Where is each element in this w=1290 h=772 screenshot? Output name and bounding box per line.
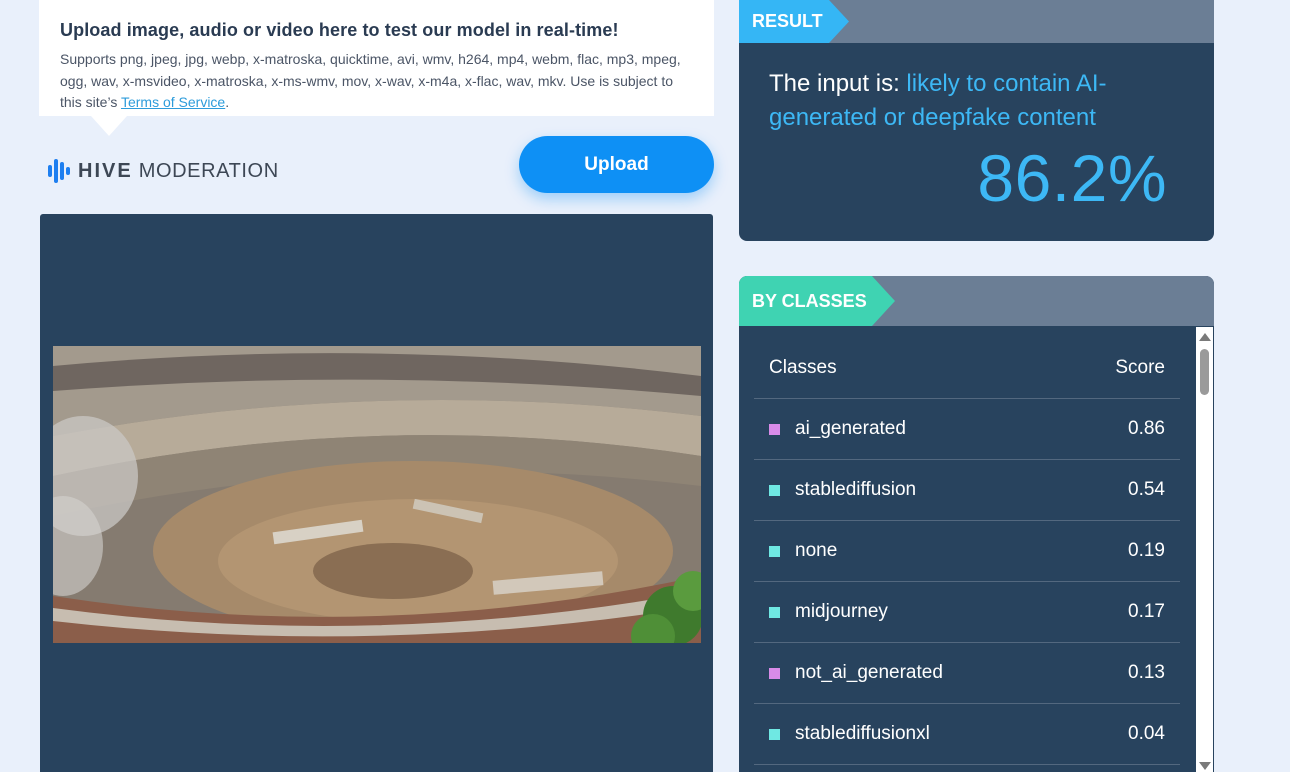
- by-classes-panel: BY CLASSES Classes Score ai_generated 0.…: [739, 276, 1214, 772]
- result-score: 86.2%: [977, 141, 1167, 215]
- upload-button[interactable]: Upload: [519, 136, 714, 193]
- class-color-swatch: [769, 728, 780, 740]
- class-cell: stablediffusionxl: [769, 723, 930, 745]
- class-score: 0.04: [1128, 723, 1165, 744]
- result-statement: The input is: likely to contain AI-gener…: [769, 67, 1189, 135]
- table-row: ai_generated 0.86: [754, 399, 1180, 460]
- hive-moderation-logo[interactable]: HIVE MODERATION: [48, 156, 279, 186]
- logo-product: MODERATION: [138, 159, 279, 182]
- scroll-down-arrow-icon[interactable]: [1199, 762, 1211, 770]
- classes-header: BY CLASSES: [739, 276, 1214, 326]
- table-row: none 0.19: [754, 521, 1180, 582]
- class-score: 0.86: [1128, 418, 1165, 439]
- scroll-thumb[interactable]: [1200, 349, 1209, 395]
- hive-bars-icon: [48, 159, 70, 183]
- terms-of-service-link[interactable]: Terms of Service: [121, 94, 225, 110]
- upload-info-card: Upload image, audio or video here to tes…: [39, 0, 714, 136]
- class-name: midjourney: [795, 601, 888, 622]
- table-row: not_ai_generated 0.13: [754, 643, 1180, 704]
- class-color-swatch: [769, 606, 780, 618]
- media-preview-panel: [40, 214, 713, 772]
- result-prefix: The input is:: [769, 70, 907, 97]
- logo-brand: HIVE: [78, 159, 133, 182]
- uploaded-image: [53, 346, 701, 643]
- class-cell: ai_generated: [769, 418, 906, 440]
- class-score: 0.17: [1128, 601, 1165, 622]
- upload-title: Upload image, audio or video here to tes…: [60, 20, 619, 40]
- class-cell: stablediffusion: [769, 479, 916, 501]
- supported-formats-text: Supports png, jpeg, jpg, webp, x-matrosk…: [60, 49, 694, 114]
- classes-scrollbar[interactable]: [1196, 327, 1213, 772]
- classes-table-header: Classes Score: [754, 338, 1180, 399]
- class-score: 0.54: [1128, 479, 1165, 500]
- class-score: 0.13: [1128, 662, 1165, 683]
- class-score: 0.19: [1128, 540, 1165, 561]
- class-color-swatch: [769, 667, 780, 679]
- class-cell: not_ai_generated: [769, 662, 943, 684]
- stadium-ruins-illustration: [53, 346, 701, 643]
- class-cell: midjourney: [769, 601, 888, 623]
- table-row: stablediffusionxl 0.04: [754, 704, 1180, 765]
- classes-table: Classes Score ai_generated 0.86 stabledi…: [754, 338, 1180, 765]
- classes-tag: BY CLASSES: [739, 276, 895, 326]
- class-color-swatch: [769, 545, 780, 557]
- class-color-swatch: [769, 484, 780, 496]
- result-header: RESULT: [739, 0, 1214, 43]
- class-cell: none: [769, 540, 837, 562]
- class-name: stablediffusion: [795, 479, 917, 500]
- result-tag: RESULT: [739, 0, 849, 43]
- class-color-swatch: [769, 423, 780, 435]
- card-pointer: [91, 116, 127, 136]
- table-row: stablediffusion 0.54: [754, 460, 1180, 521]
- table-row: midjourney 0.17: [754, 582, 1180, 643]
- class-name: none: [795, 540, 838, 561]
- column-classes: Classes: [769, 357, 837, 378]
- class-name: not_ai_generated: [795, 662, 943, 683]
- scroll-up-arrow-icon[interactable]: [1199, 333, 1211, 341]
- class-name: ai_generated: [795, 418, 906, 439]
- class-name: stablediffusionxl: [795, 723, 930, 744]
- result-panel: RESULT The input is: likely to contain A…: [739, 0, 1214, 241]
- column-score: Score: [1115, 357, 1165, 378]
- terms-suffix: .: [225, 94, 230, 110]
